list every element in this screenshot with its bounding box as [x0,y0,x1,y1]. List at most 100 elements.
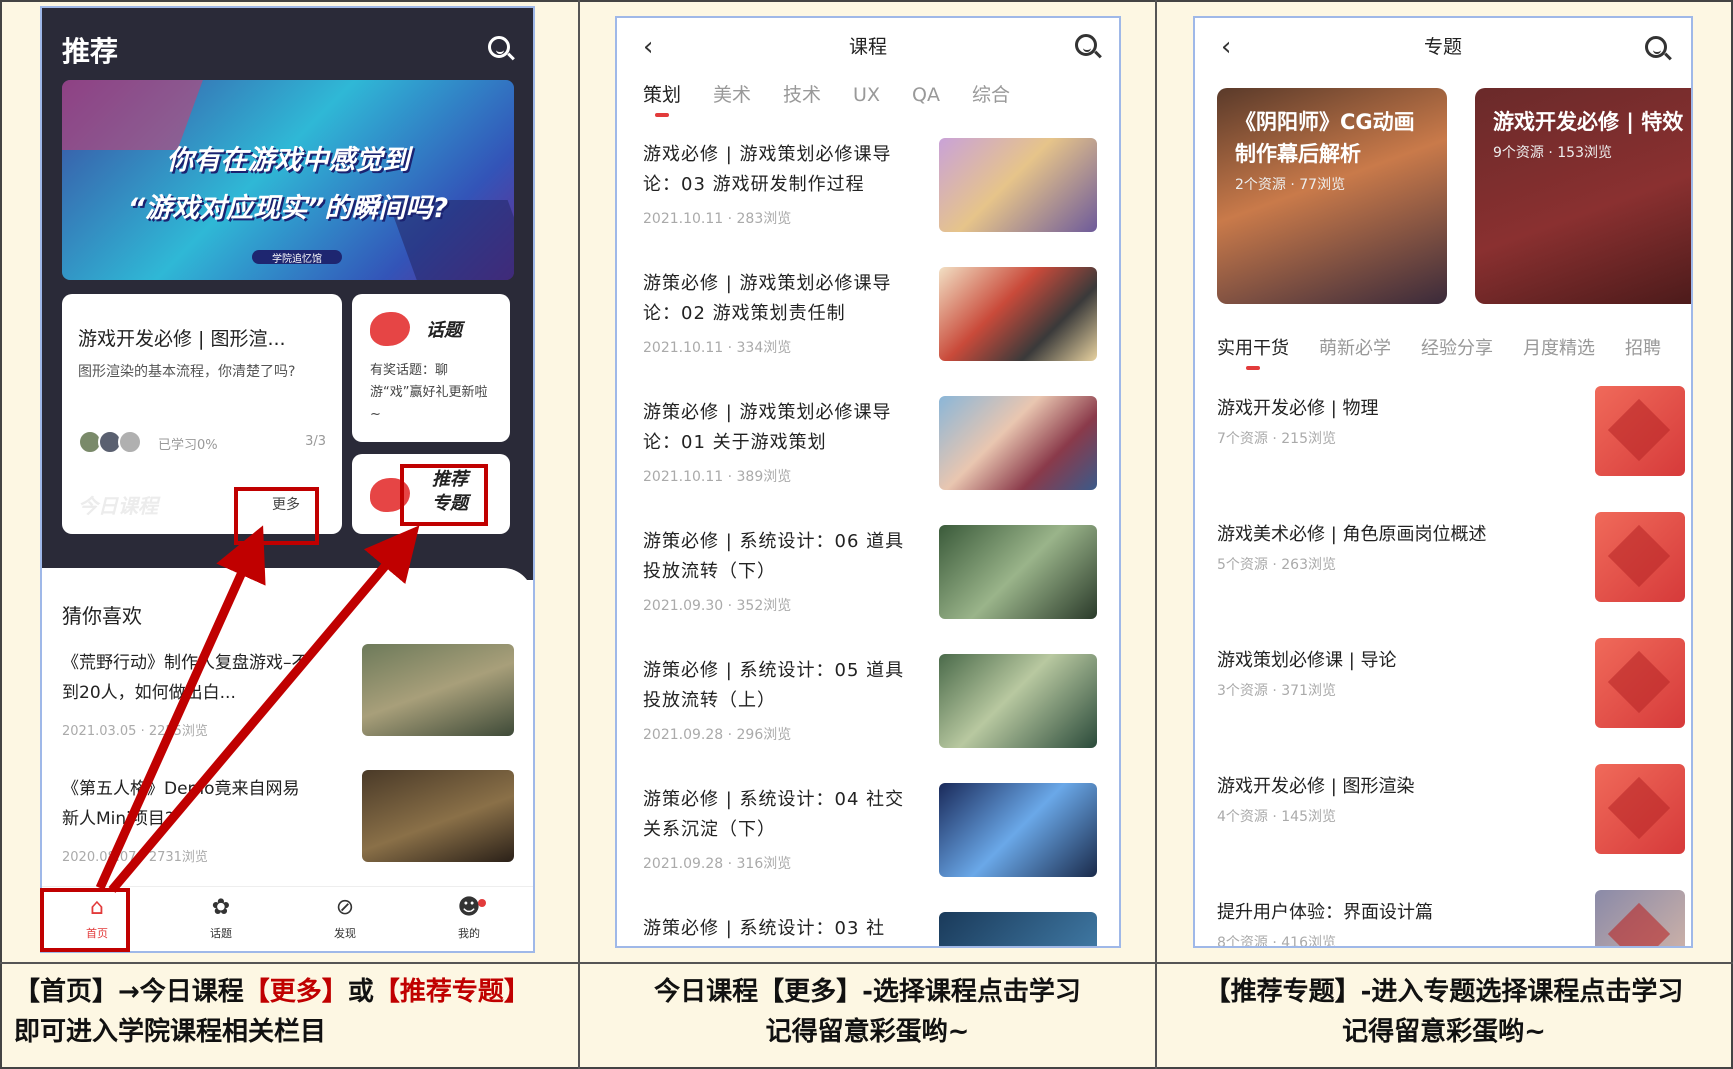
course-item[interactable]: 游策必修 | 系统设计：06 道具投放流转（下） 2021.09.30 · 35… [643,525,1097,637]
progress-text: 已学习0% [158,438,218,453]
topic-title: 提升用户体验：界面设计篇 [1217,902,1433,923]
page-title: 专题 [1423,36,1462,58]
course-thumbnail [939,783,1097,877]
search-icon[interactable] [486,34,516,64]
tab-general[interactable]: 综合 [972,80,1010,107]
list-item[interactable]: 《第五人格》Demo竟来自网易新人Mini项目? 2020.08.07 · 27… [62,770,514,874]
topics-screen: ‹ 专题 《阴阳师》CG动画制作幕后解析 2个资源 · 77浏览 游戏开发必修 … [1193,16,1693,948]
caption-line: 【首页】→今日课程【更多】或【推荐专题】 [14,972,574,1012]
tab-art[interactable]: 美术 [713,80,751,107]
course-thumbnail [939,267,1097,361]
course-item[interactable]: 游策必修 | 系统设计：03 社 [643,912,1097,946]
topic-meta: 7个资源 · 215浏览 [1217,431,1336,447]
tab-label: 发现 [334,927,356,940]
featured-title: 《阴阳师》CG动画制作幕后解析 [1235,110,1415,166]
course-item[interactable]: 游策必修 | 游戏策划必修课导论：01 关于游戏策划 2021.10.11 · … [643,396,1097,508]
tab-experience[interactable]: 经验分享 [1421,334,1493,360]
topic-card-desc: 有奖话题：聊游“戏”赢好礼更新啦~ [370,363,488,422]
topic-title: 游戏策划必修课 | 导论 [1217,650,1397,671]
topic-meta: 3个资源 · 371浏览 [1217,683,1336,699]
topic-thumbnail [1595,638,1685,728]
highlight-box-recommend [400,464,488,526]
course-title: 游策必修 | 系统设计：04 社交关系沉淀（下） [643,789,905,840]
tab-plan[interactable]: 策划 [643,80,681,117]
featured-title: 游戏开发必修 | 特效 [1493,110,1684,134]
tab-qa[interactable]: QA [912,84,940,106]
course-meta: 2021.10.11 · 283浏览 [643,211,792,227]
tab-me[interactable]: ☻ 我的 [434,895,504,941]
topic-item[interactable]: 游戏美术必修 | 角色原画岗位概述 5个资源 · 263浏览 [1217,512,1691,620]
caption-line: 【推荐专题】-进入专题选择课程点击学习 [1204,977,1684,1007]
course-meta: 2021.09.28 · 316浏览 [643,856,792,872]
category-tabs: 策划 美术 技术 UX QA 综合 [643,80,1042,120]
topic-card-title: 话题 [426,320,462,341]
caption-panel2: 今日课程【更多】-选择课程点击学习 记得留意彩蛋哟~ [580,972,1155,1052]
banner-tag: 学院追忆馆 [252,250,342,265]
item-thumbnail [362,770,514,862]
search-icon[interactable] [1073,32,1103,62]
tab-label: 话题 [210,927,232,940]
caption-panel3: 【推荐专题】-进入专题选择课程点击学习 记得留意彩蛋哟~ [1157,972,1731,1052]
course-meta: 2021.10.11 · 334浏览 [643,340,792,356]
caption-line: 今日课程【更多】-选择课程点击学习 [654,977,1081,1007]
item-meta: 2021.03.05 · 2255浏览 [62,724,208,739]
topic-category-tabs: 实用干货 萌新必学 经验分享 月度精选 招聘 [1217,334,1691,370]
list-item[interactable]: 《荒野行动》制作人复盘游戏–不到20人，如何做出白... 2021.03.05 … [62,644,514,748]
tab-monthly[interactable]: 月度精选 [1523,334,1595,360]
tab-label: 我的 [458,927,480,940]
item-meta: 2020.08.07 · 2731浏览 [62,850,208,865]
caption-highlight: 【推荐专题】 [373,977,530,1007]
tab-practical[interactable]: 实用干货 [1217,334,1289,370]
highlight-box-more [234,487,319,545]
course-count: 3/3 [305,434,326,449]
topic-item[interactable]: 游戏开发必修 | 物理 7个资源 · 215浏览 [1217,386,1691,494]
course-card-title: 游戏开发必修 | 图形渲... [78,328,286,350]
topic-item[interactable]: 游戏策划必修课 | 导论 3个资源 · 371浏览 [1217,638,1691,746]
course-meta: 2021.09.28 · 296浏览 [643,727,792,743]
item-title: 《第五人格》Demo竟来自网易新人Mini项目? [62,779,300,829]
topic-meta: 8个资源 · 416浏览 [1217,935,1336,948]
caption-line: 即可进入学院课程相关栏目 [14,1017,327,1047]
topic-title: 游戏开发必修 | 物理 [1217,398,1379,419]
course-meta: 2021.09.30 · 352浏览 [643,598,792,614]
topic-meta: 4个资源 · 145浏览 [1217,809,1336,825]
tab-ux[interactable]: UX [853,84,880,106]
tab-recruit[interactable]: 招聘 [1625,334,1661,360]
topic-meta: 5个资源 · 263浏览 [1217,557,1336,573]
divider [1155,0,1157,1069]
search-icon[interactable] [1643,34,1673,64]
course-item[interactable]: 游戏必修 | 游戏策划必修课导论：03 游戏研发制作过程 2021.10.11 … [643,138,1097,250]
topic-thumbnail [1595,764,1685,854]
item-thumbnail [362,644,514,736]
caption-line: 记得留意彩蛋哟~ [765,1017,970,1047]
face-icon: ☻ [457,895,481,920]
course-title: 游策必修 | 系统设计：05 道具投放流转（上） [643,660,905,711]
course-item[interactable]: 游策必修 | 系统设计：04 社交关系沉淀（下） 2021.09.28 · 31… [643,783,1097,895]
featured-topic-card[interactable]: 《阴阳师》CG动画制作幕后解析 2个资源 · 77浏览 [1217,88,1447,304]
topic-icon: ✿ [211,895,231,920]
featured-topic-card[interactable]: 游戏开发必修 | 特效 9个资源 · 153浏览 [1475,88,1691,304]
course-item[interactable]: 游策必修 | 系统设计：05 道具投放流转（上） 2021.09.28 · 29… [643,654,1097,766]
tab-topic[interactable]: ✿ 话题 [186,895,256,941]
course-title: 游策必修 | 游戏策划必修课导论：01 关于游戏策划 [643,402,892,453]
course-item[interactable]: 游策必修 | 游戏策划必修课导论：02 游戏策划责任制 2021.10.11 ·… [643,267,1097,379]
divider [0,962,1733,964]
course-thumbnail [939,525,1097,619]
topic-thumbnail [1595,890,1685,946]
course-title: 游策必修 | 游戏策划必修课导论：02 游戏策划责任制 [643,273,892,324]
caption-highlight: 【更多】 [243,977,348,1007]
avatar [118,430,142,454]
tab-beginner[interactable]: 萌新必学 [1319,334,1391,360]
page-title: 推荐 [62,35,119,68]
topic-card[interactable]: 话题 有奖话题：聊游“戏”赢好礼更新啦~ [352,294,510,442]
featured-meta: 2个资源 · 77浏览 [1235,177,1346,193]
tab-discover[interactable]: ⊘ 发现 [310,895,380,941]
topic-item[interactable]: 提升用户体验：界面设计篇 8个资源 · 416浏览 [1217,890,1691,948]
topic-title: 游戏开发必修 | 图形渲染 [1217,776,1415,797]
topic-item[interactable]: 游戏开发必修 | 图形渲染 4个资源 · 145浏览 [1217,764,1691,872]
topic-thumbnail [1595,512,1685,602]
course-meta: 2021.10.11 · 389浏览 [643,469,792,485]
banner[interactable]: 你有在游戏中感觉到 “游戏对应现实”的瞬间吗? 学院追忆馆 [62,80,514,280]
tab-tech[interactable]: 技术 [783,80,821,107]
course-title: 游戏必修 | 游戏策划必修课导论：03 游戏研发制作过程 [643,144,892,195]
